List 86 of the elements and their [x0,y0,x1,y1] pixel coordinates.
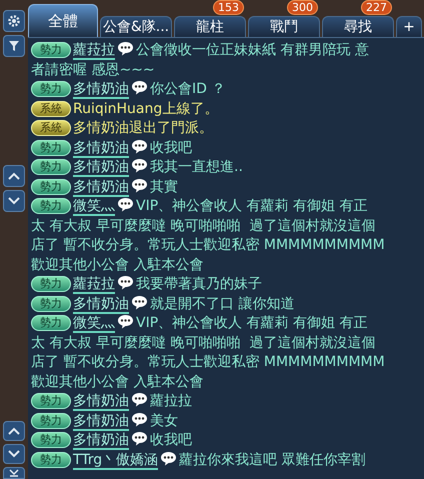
tab[interactable]: 全體 [28,4,98,37]
settings-button[interactable] [3,10,25,32]
message-text: 其實 [150,178,178,194]
channel-badge: 勢力 [31,140,71,156]
tab[interactable]: 戰鬥 [248,16,320,37]
speech-bubble-icon [131,412,148,426]
channel-badge: 勢力 [31,178,71,194]
chevron-down-icon [8,450,20,458]
message-text: VIP、神公會收人 有蘿莉 有御姐 有正 [136,198,368,214]
channel-badge: 勢力 [31,276,71,292]
message-text: 公會徵收一位正妹妹紙 有群男陪玩 意 [136,42,369,58]
channel-badge: 勢力 [31,393,71,409]
message-text: 太 有大叔 早可麼麼噠 晚可啪啪啪 過了這個村就沒這個 [31,216,376,236]
speech-bubble-icon [131,294,148,310]
message-text: 收我吧 [150,432,192,448]
message-text: 我要帶著真乃的妹子 [136,276,262,292]
sender-name[interactable]: 微笑灬 [73,198,115,216]
channel-badge: 系統 [31,120,71,136]
sender-name[interactable]: 多情奶油 [73,412,129,430]
channel-badge: 勢力 [31,159,71,175]
message-text: 美女 [150,412,178,428]
speech-bubble-icon [131,431,148,446]
message-text: 店了 暫不收分身。常玩人士歡迎私密 MMMMMMMMMM [31,236,385,255]
scroll-bottom-icon [9,469,19,477]
message-text: 歡迎其他小公會 入駐本公會 [31,372,204,392]
sender-name[interactable]: 多情奶油 [73,159,129,177]
channel-badge: 勢力 [31,412,71,428]
speech-bubble-icon [117,314,134,329]
sender-name[interactable]: TTrg丶傲嬌涵 [73,452,158,470]
scroll-down-button[interactable] [3,444,25,464]
channel-badge: 勢力 [31,81,71,97]
message-text: 店了 暫不收分身。常玩人士歡迎私密 MMMMMMMMMM [31,353,385,372]
scroll-up-button[interactable] [3,421,25,441]
speech-bubble-icon [117,275,134,290]
sender-name[interactable]: 多情奶油 [73,296,129,314]
sender-name[interactable]: 多情奶油 [73,393,129,411]
message-text: 歡迎其他小公會 入駐本公會 [31,256,204,274]
speech-bubble-icon [131,138,148,154]
chevron-down-icon [8,197,20,205]
channel-badge: 勢力 [31,198,71,214]
filter-button[interactable] [3,35,25,57]
tab[interactable]: 龍柱 [174,16,246,37]
chevron-up-icon [8,427,20,435]
count-badge: 153 [213,0,244,15]
tab[interactable]: 尋找 [322,16,394,37]
speech-bubble-icon [131,158,148,173]
sender-name[interactable]: 多情奶油 [73,140,129,158]
tab[interactable]: 公會&隊... [100,16,172,37]
channel-badge: 勢力 [31,315,71,331]
filter-icon [8,40,20,52]
message-text: 多情奶油退出了門派。 [73,120,213,136]
tab[interactable]: + [396,16,422,37]
message-text: VIP、神公會收人 有蘿莉 有御姐 有正 [136,315,368,331]
settings-icon [7,14,21,28]
sender-name[interactable]: 蘿菈拉 [73,276,115,294]
speech-bubble-icon [117,41,134,56]
speech-bubble-icon [131,392,148,407]
message-text: 就是開不了口 讓你知道 [150,296,294,312]
sender-name[interactable]: 多情奶油 [73,432,129,450]
channel-badge: 勢力 [31,42,71,58]
scroll-bottom-button[interactable] [3,467,25,479]
chevron-up-icon [8,172,20,180]
scroll-up-button[interactable] [3,165,25,187]
count-badge: 300 [287,0,318,15]
speech-bubble-icon [160,450,178,466]
scroll-down-button[interactable] [3,190,25,212]
channel-badge: 勢力 [31,452,71,468]
channel-badge: 勢力 [31,296,71,312]
message-text: 蘿拉拉 [150,393,192,409]
speech-bubble-icon [117,197,134,212]
sender-name[interactable]: 蘿菈拉 [73,42,115,60]
message-text: 你公會ID ？ [150,81,226,97]
message-text: 太 有大叔 早可麼麼噠 晚可啪啪啪 過了這個村就沒這個 [31,334,376,352]
sender-name[interactable]: 微笑灬 [73,315,115,333]
message-text: RuiqinHuang上線了。 [73,100,218,116]
message-text: 者請密喔 感恩~~~ [31,60,155,80]
count-badge: 227 [361,0,392,15]
message-text: 蘿拉你來我這吧 眾難任你宰割 [179,452,366,468]
speech-bubble-icon [131,178,148,192]
channel-badge: 勢力 [31,432,71,448]
channel-badge: 系統 [31,100,71,116]
sender-name[interactable]: 多情奶油 [73,81,129,99]
speech-bubble-icon [131,80,148,95]
message-text: 我其一直想進.. [150,159,243,175]
message-text: 收我吧 [150,140,192,156]
sender-name[interactable]: 多情奶油 [73,178,129,196]
